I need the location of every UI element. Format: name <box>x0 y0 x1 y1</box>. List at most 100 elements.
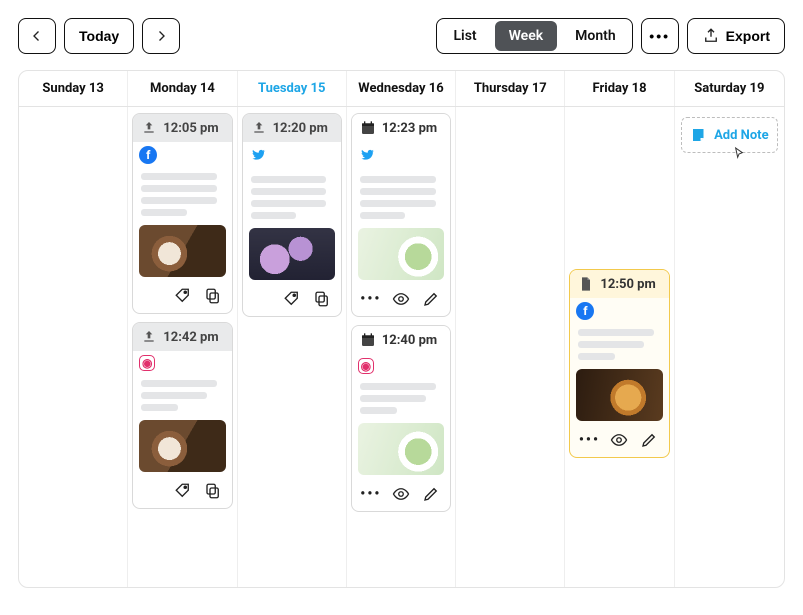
card-body-text <box>352 167 450 228</box>
copy-icon[interactable] <box>313 290 331 308</box>
card-foot: ••• <box>352 481 450 511</box>
card-image <box>576 369 662 421</box>
day-col-sunday[interactable] <box>19 107 128 587</box>
view-week[interactable]: Week <box>495 21 558 51</box>
more-icon[interactable]: ••• <box>362 485 380 503</box>
card-foot <box>243 286 341 316</box>
pencil-icon[interactable] <box>422 290 440 308</box>
card-image <box>139 420 225 472</box>
arrow-right-icon <box>152 27 170 45</box>
card-head: 12:50 pm <box>570 270 668 298</box>
day-header-saturday[interactable]: Saturday 19 <box>675 71 784 106</box>
today-button[interactable]: Today <box>64 18 134 54</box>
card-foot <box>133 283 231 313</box>
card-image <box>358 423 444 475</box>
export-icon <box>702 27 720 45</box>
card-foot: ••• <box>352 286 450 316</box>
copy-icon[interactable] <box>204 287 222 305</box>
view-month[interactable]: Month <box>559 19 632 53</box>
more-button[interactable]: ••• <box>641 18 679 54</box>
card-foot <box>133 478 231 508</box>
card-head: 12:42 pm <box>133 323 231 351</box>
day-col-friday[interactable]: 12:50 pm f ••• <box>565 107 674 587</box>
card-time: 12:42 pm <box>163 330 218 345</box>
day-header-wednesday[interactable]: Wednesday 16 <box>347 71 456 106</box>
pencil-icon[interactable] <box>422 485 440 503</box>
day-col-wednesday[interactable]: 12:23 pm ••• 12:40 pm ◉ <box>347 107 456 587</box>
view-toggle: List Week Month <box>436 18 632 54</box>
day-header-tuesday[interactable]: Tuesday 15 <box>238 71 347 106</box>
upload-icon <box>141 120 157 136</box>
card-time: 12:40 pm <box>382 333 437 348</box>
post-card[interactable]: 12:40 pm ◉ ••• <box>351 325 451 512</box>
card-body-text <box>133 164 231 225</box>
card-body-text <box>352 374 450 423</box>
card-time: 12:05 pm <box>163 121 218 136</box>
toolbar: Today List Week Month ••• Export <box>18 18 785 54</box>
card-head: 12:23 pm <box>352 114 450 142</box>
instagram-icon: ◉ <box>139 355 155 371</box>
toolbar-left: Today <box>18 18 180 54</box>
card-head: 12:20 pm <box>243 114 341 142</box>
facebook-icon: f <box>576 302 594 320</box>
ellipsis-icon: ••• <box>649 28 670 44</box>
tag-icon[interactable] <box>283 290 301 308</box>
spacer <box>569 113 669 261</box>
post-card[interactable]: 12:05 pm f <box>132 113 232 314</box>
arrow-left-icon <box>28 27 46 45</box>
copy-icon[interactable] <box>204 482 222 500</box>
day-body: 12:05 pm f 12:42 pm ◉ <box>19 107 784 587</box>
day-header-sunday[interactable]: Sunday 13 <box>19 71 128 106</box>
eye-icon[interactable] <box>392 290 410 308</box>
twitter-icon <box>358 146 376 164</box>
more-icon[interactable]: ••• <box>362 290 380 308</box>
eye-icon[interactable] <box>610 431 628 449</box>
day-header: Sunday 13 Monday 14 Tuesday 15 Wednesday… <box>19 71 784 107</box>
card-time: 12:50 pm <box>600 277 655 292</box>
day-header-thursday[interactable]: Thursday 17 <box>456 71 565 106</box>
calendar: Sunday 13 Monday 14 Tuesday 15 Wednesday… <box>18 70 785 588</box>
tag-icon[interactable] <box>174 287 192 305</box>
card-body-text <box>570 320 668 369</box>
export-button[interactable]: Export <box>687 18 785 54</box>
card-time: 12:23 pm <box>382 121 437 136</box>
next-button[interactable] <box>142 18 180 54</box>
cursor-icon <box>731 146 747 166</box>
card-head: 12:40 pm <box>352 326 450 354</box>
tag-icon[interactable] <box>174 482 192 500</box>
card-image <box>358 228 444 280</box>
more-icon[interactable]: ••• <box>580 431 598 449</box>
add-note-button[interactable]: Add Note <box>681 117 778 153</box>
document-icon <box>578 276 594 292</box>
post-card[interactable]: 12:20 pm <box>242 113 342 317</box>
card-image <box>139 225 225 277</box>
toolbar-right: List Week Month ••• Export <box>436 18 785 54</box>
day-col-saturday[interactable]: Add Note <box>675 107 784 587</box>
day-header-monday[interactable]: Monday 14 <box>128 71 237 106</box>
facebook-icon: f <box>139 146 157 164</box>
day-header-friday[interactable]: Friday 18 <box>565 71 674 106</box>
calendar-icon <box>360 332 376 348</box>
card-body-text <box>243 167 341 228</box>
add-note-label: Add Note <box>714 128 769 143</box>
prev-button[interactable] <box>18 18 56 54</box>
card-body-text <box>133 371 231 420</box>
twitter-icon <box>249 146 267 164</box>
post-card[interactable]: 12:23 pm ••• <box>351 113 451 317</box>
day-col-thursday[interactable] <box>456 107 565 587</box>
export-label: Export <box>726 28 770 44</box>
view-list[interactable]: List <box>437 19 492 53</box>
note-icon <box>690 126 708 144</box>
post-card[interactable]: 12:50 pm f ••• <box>569 269 669 458</box>
day-col-monday[interactable]: 12:05 pm f 12:42 pm ◉ <box>128 107 237 587</box>
upload-icon <box>251 120 267 136</box>
instagram-icon: ◉ <box>358 358 374 374</box>
post-card[interactable]: 12:42 pm ◉ <box>132 322 232 509</box>
card-time: 12:20 pm <box>273 121 328 136</box>
card-head: 12:05 pm <box>133 114 231 142</box>
eye-icon[interactable] <box>392 485 410 503</box>
day-col-tuesday[interactable]: 12:20 pm <box>238 107 347 587</box>
pencil-icon[interactable] <box>640 431 658 449</box>
card-image <box>249 228 335 280</box>
calendar-icon <box>360 120 376 136</box>
